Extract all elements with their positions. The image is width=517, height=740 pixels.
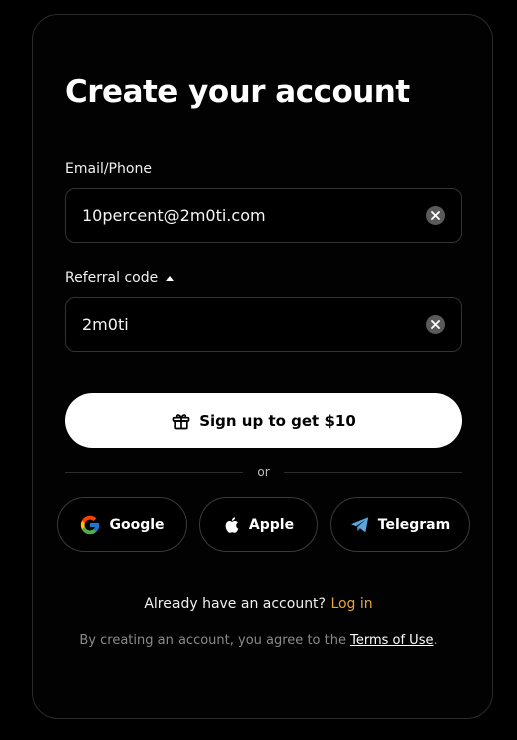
apple-icon: [225, 516, 239, 533]
google-signin-button[interactable]: Google: [57, 497, 187, 552]
terms-suffix: .: [433, 633, 438, 648]
google-icon: [81, 515, 100, 534]
terms-notice: By creating an account, you agree to the…: [0, 633, 517, 648]
telegram-icon: [350, 516, 368, 532]
clear-referral-button[interactable]: [426, 315, 445, 334]
signup-button[interactable]: Sign up to get $10: [65, 393, 462, 448]
clear-email-button[interactable]: [426, 206, 445, 225]
referral-code-field[interactable]: [82, 315, 426, 334]
referral-toggle[interactable]: Referral code: [65, 270, 175, 286]
apple-label: Apple: [248, 516, 295, 533]
apple-signin-button[interactable]: Apple: [199, 497, 318, 552]
login-prompt: Already have an account? Log in: [0, 596, 517, 612]
clear-icon: [431, 211, 440, 220]
telegram-label: Telegram: [377, 516, 451, 533]
clear-icon: [431, 320, 440, 329]
terms-of-use-link[interactable]: Terms of Use: [350, 633, 433, 648]
caret-up-icon: [166, 275, 175, 281]
or-divider: or: [65, 465, 462, 479]
signup-button-label: Sign up to get $10: [199, 411, 356, 430]
email-field[interactable]: [82, 206, 426, 225]
login-link[interactable]: Log in: [330, 596, 372, 612]
telegram-signin-button[interactable]: Telegram: [330, 497, 470, 552]
referral-field-container: [65, 297, 462, 352]
terms-prefix: By creating an account, you agree to the: [79, 633, 346, 648]
gift-icon: [172, 413, 190, 429]
divider-line-left: [65, 471, 244, 473]
login-prompt-text: Already have an account?: [144, 596, 326, 612]
divider-line-right: [283, 471, 462, 473]
referral-label-text: Referral code: [65, 270, 159, 286]
divider-text: or: [257, 465, 270, 479]
email-label: Email/Phone: [65, 161, 152, 177]
signup-card: Create your account Email/Phone Referral…: [32, 14, 493, 719]
google-label: Google: [109, 516, 165, 533]
page-title: Create your account: [65, 74, 410, 110]
email-field-container: [65, 188, 462, 243]
email-label-text: Email/Phone: [65, 161, 152, 177]
